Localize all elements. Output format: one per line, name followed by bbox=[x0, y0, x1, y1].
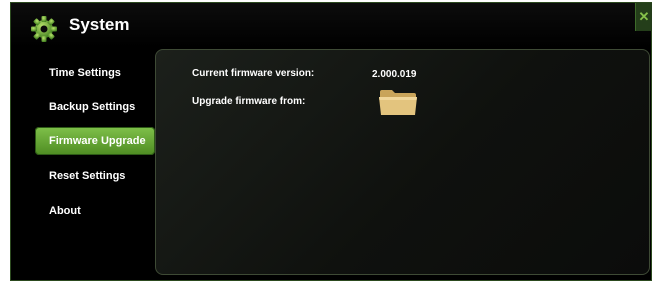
sidebar-item-firmware-upgrade[interactable]: Firmware Upgrade bbox=[35, 127, 155, 155]
current-firmware-value: 2.000.019 bbox=[372, 69, 417, 80]
window-header: System ✕ bbox=[11, 3, 652, 47]
firmware-upgrade-panel: Current firmware version: 2.000.019 Upgr… bbox=[155, 49, 650, 275]
gear-icon bbox=[31, 16, 57, 42]
close-button[interactable]: ✕ bbox=[635, 3, 652, 31]
sidebar-item-reset-settings[interactable]: Reset Settings bbox=[35, 162, 155, 190]
current-firmware-label: Current firmware version: bbox=[192, 68, 315, 79]
sidebar-item-time-settings[interactable]: Time Settings bbox=[35, 59, 155, 87]
window-title: System bbox=[69, 15, 130, 34]
sidebar-item-backup-settings[interactable]: Backup Settings bbox=[35, 93, 155, 121]
sidebar-item-about[interactable]: About bbox=[35, 197, 155, 225]
upgrade-firmware-label: Upgrade firmware from: bbox=[192, 96, 306, 107]
system-window: System ✕ Time Settings Backup Settings F… bbox=[10, 2, 652, 281]
folder-icon[interactable] bbox=[378, 88, 418, 116]
